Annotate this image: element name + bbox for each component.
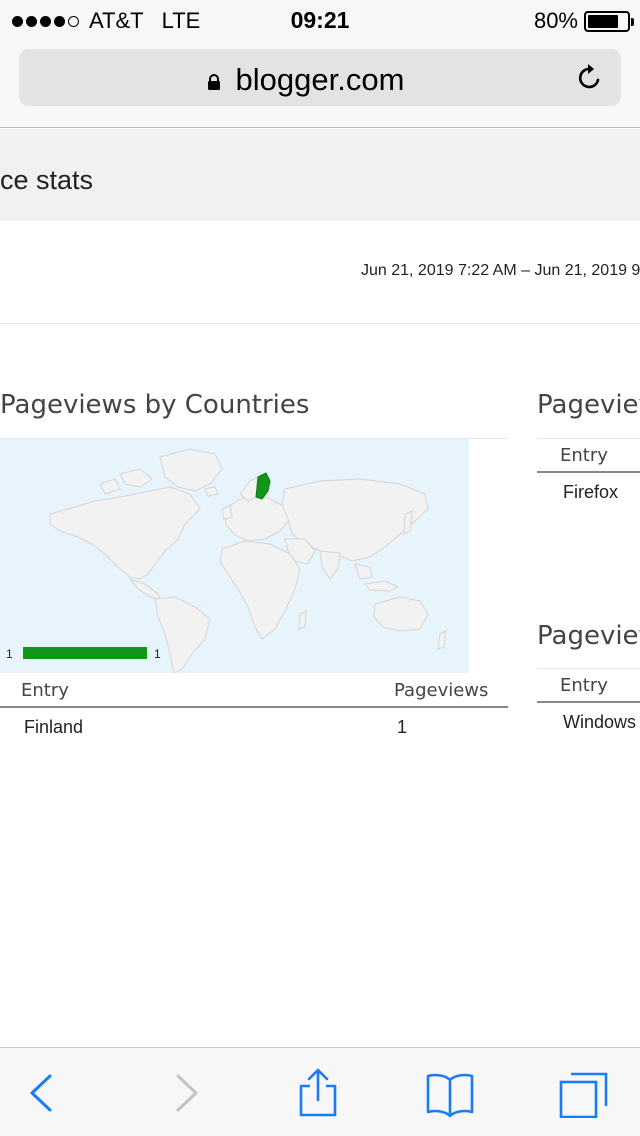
browsers-panel-title: Pageviev xyxy=(537,390,640,420)
browsers-row-entry: Firefox xyxy=(563,482,619,502)
table-row-pageviews: 1 xyxy=(397,717,408,737)
share-icon[interactable] xyxy=(293,1068,343,1118)
browser-toolbar xyxy=(0,1047,640,1136)
africa-shape xyxy=(219,540,301,640)
os-col-entry[interactable]: Entry xyxy=(560,675,608,696)
countries-col-pageviews[interactable]: Pageviews xyxy=(394,680,488,701)
south-america-shape xyxy=(154,596,211,673)
back-icon[interactable] xyxy=(18,1068,68,1118)
panel-divider xyxy=(537,438,640,439)
tabs-icon[interactable] xyxy=(558,1068,608,1118)
date-range[interactable]: Jun 21, 2019 7:22 AM – Jun 21, 2019 9 xyxy=(361,262,640,280)
browsers-col-entry[interactable]: Entry xyxy=(560,445,608,466)
map-legend-bar xyxy=(23,647,147,659)
os-row-entry: Windows xyxy=(563,712,637,732)
table-header-rule xyxy=(0,706,508,708)
world-map[interactable] xyxy=(0,439,469,673)
page-header: ce stats xyxy=(0,129,640,221)
world-map-graphic xyxy=(49,448,447,673)
table-row-entry: Finland xyxy=(24,717,84,737)
browser-chrome: blogger.com xyxy=(0,40,640,128)
table-header-rule xyxy=(537,701,640,703)
battery-percent: 80% xyxy=(533,8,578,33)
panel-divider xyxy=(537,668,640,669)
url-text: blogger.com xyxy=(235,62,405,97)
countries-panel-title: Pageviews by Countries xyxy=(0,390,310,420)
section-divider xyxy=(0,323,640,324)
countries-col-entry[interactable]: Entry xyxy=(21,680,69,701)
page-title: ce stats xyxy=(0,165,94,195)
status-right: 80% xyxy=(533,8,634,34)
map-legend-min: 1 xyxy=(6,647,13,661)
status-bar: AT&T LTE 09:21 80% xyxy=(0,0,640,40)
reload-icon[interactable] xyxy=(575,63,605,93)
finland-region xyxy=(255,472,271,500)
os-panel-title: Pageviev xyxy=(537,621,640,651)
address-bar[interactable]: blogger.com xyxy=(19,49,621,106)
europe-shape xyxy=(224,493,291,542)
greenland-shape xyxy=(159,448,223,492)
australia-shape xyxy=(373,596,429,632)
forward-icon[interactable] xyxy=(160,1068,210,1118)
bookmarks-icon[interactable] xyxy=(425,1068,475,1118)
north-america-shape xyxy=(49,486,201,580)
table-header-rule xyxy=(537,471,640,473)
map-legend-max: 1 xyxy=(154,647,161,661)
battery-icon xyxy=(584,10,634,32)
